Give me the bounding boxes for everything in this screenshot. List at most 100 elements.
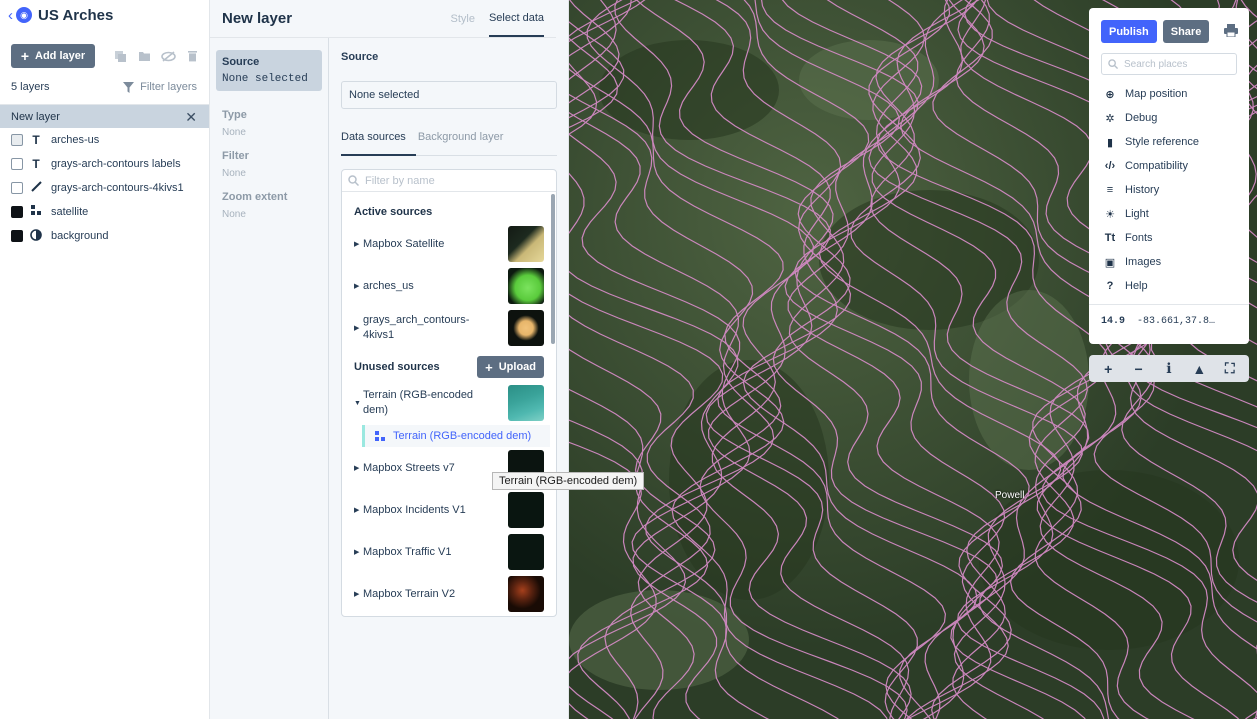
fullscreen-icon[interactable]: ⛶	[1219, 359, 1241, 379]
new-layer-row[interactable]: New layer ✕	[0, 105, 209, 128]
raster-icon	[375, 431, 385, 441]
prop-source[interactable]: Source None selected	[216, 50, 322, 91]
code-icon: ‹/›	[1104, 160, 1116, 172]
filter-icon	[123, 81, 135, 93]
prop-filter[interactable]: Filter None	[216, 144, 322, 185]
source-row[interactable]: ▶ Mapbox Satellite	[342, 223, 556, 265]
menu-label: Fonts	[1125, 232, 1153, 244]
zoom-out-icon[interactable]: −	[1128, 359, 1150, 379]
duplicate-icon[interactable]	[113, 49, 128, 64]
menu-label: Map position	[1125, 88, 1188, 100]
caret-right-icon: ▶	[354, 241, 360, 248]
compass-icon[interactable]: ▲	[1188, 359, 1210, 379]
add-layer-button[interactable]: + Add layer	[11, 44, 95, 68]
caret-right-icon: ▶	[354, 325, 360, 332]
filter-layers-button[interactable]: Filter layers	[123, 81, 197, 93]
chevron-left-icon[interactable]: ‹	[8, 8, 13, 23]
visibility-checkbox[interactable]	[11, 206, 23, 218]
caret-down-icon: ▼	[354, 399, 361, 407]
source-filter-input[interactable]: Filter by name	[342, 170, 556, 192]
layer-item-background[interactable]: background	[0, 224, 209, 248]
source-row[interactable]: ▶ arches_us	[342, 265, 556, 307]
prop-label: Source	[222, 56, 260, 68]
book-icon: ▮	[1106, 136, 1114, 149]
tab-style[interactable]: Style	[450, 0, 474, 37]
filter-layers-label: Filter layers	[140, 81, 197, 93]
menu-label: Debug	[1125, 112, 1158, 124]
center-coordinates: -83.661,37.8…	[1137, 316, 1216, 327]
layer-item-arches-us[interactable]: T arches-us	[0, 128, 209, 152]
layer-item-contours[interactable]: grays-arch-contours-4kivs1	[0, 176, 209, 200]
menu-compatibility[interactable]: ‹/› Compatibility	[1089, 154, 1249, 178]
group-folder-icon[interactable]	[137, 49, 152, 64]
scrollbar[interactable]	[551, 194, 555, 344]
layer-item-contour-labels[interactable]: T grays-arch-contours labels	[0, 152, 209, 176]
close-icon[interactable]: ✕	[185, 110, 197, 124]
menu-label: Help	[1125, 280, 1148, 292]
source-row[interactable]: ▶ Mapbox Terrain V2	[342, 573, 556, 615]
source-row[interactable]: ▶ Mapbox Traffic V1	[342, 531, 556, 573]
visibility-checkbox[interactable]	[11, 158, 23, 170]
image-icon: ▣	[1104, 256, 1116, 269]
source-name: Mapbox Traffic V1	[363, 545, 452, 558]
font-icon: Tt	[1104, 232, 1116, 244]
selected-source-field[interactable]: None selected	[341, 81, 557, 109]
hide-eye-icon[interactable]	[161, 49, 176, 64]
source-name: grays_arch_contours-4kivs1	[363, 314, 470, 341]
unused-sources-heading: Unused sources	[354, 361, 440, 373]
source-detail: Source None selected Data sources Backgr…	[341, 38, 557, 719]
menu-history[interactable]: ≡ History	[1089, 178, 1249, 202]
publish-button[interactable]: Publish	[1101, 20, 1157, 43]
source-thumbnail	[508, 310, 544, 346]
menu-help[interactable]: ? Help	[1089, 274, 1249, 298]
source-thumbnail	[508, 492, 544, 528]
trash-icon[interactable]	[185, 49, 200, 64]
zoom-in-icon[interactable]: +	[1097, 359, 1119, 379]
menu-debug[interactable]: ✲ Debug	[1089, 106, 1249, 130]
prop-zoom-extent[interactable]: Zoom extent None	[216, 185, 322, 226]
style-title[interactable]: US Arches	[38, 7, 113, 24]
source-layer-row[interactable]: Terrain (RGB-encoded dem)	[362, 425, 550, 447]
panel-header: New layer Style Select data	[210, 0, 556, 38]
tab-select-data[interactable]: Select data	[488, 0, 544, 37]
source-thumbnail	[508, 385, 544, 421]
share-button[interactable]: Share	[1162, 20, 1210, 43]
tab-background-layer[interactable]: Background layer	[418, 131, 514, 155]
info-icon[interactable]: ℹ	[1158, 359, 1180, 379]
upload-label: Upload	[498, 361, 536, 373]
source-row[interactable]: ▶ grays_arch_contours-4kivs1	[342, 307, 556, 349]
visibility-checkbox[interactable]	[11, 230, 23, 242]
history-icon: ≡	[1106, 184, 1114, 196]
menu-light[interactable]: ☀ Light	[1089, 202, 1249, 226]
menu-map-position[interactable]: ⊕ Map position	[1089, 82, 1249, 106]
source-name: arches_us	[363, 279, 414, 292]
source-row[interactable]: ▶ Mapbox Incidents V1	[342, 489, 556, 531]
visibility-checkbox[interactable]	[11, 182, 23, 194]
menu-images[interactable]: ▣ Images	[1089, 250, 1249, 274]
layer-name: grays-arch-contours labels	[51, 158, 181, 170]
menu-fonts[interactable]: Tt Fonts	[1089, 226, 1249, 250]
prop-type[interactable]: Type None	[216, 103, 322, 144]
tab-data-sources[interactable]: Data sources	[341, 131, 416, 156]
line-icon	[29, 181, 43, 195]
prop-label: Filter	[222, 150, 249, 162]
prop-value: None	[222, 209, 246, 220]
plus-icon: +	[20, 48, 30, 64]
source-name: Mapbox Incidents V1	[363, 503, 466, 516]
visibility-checkbox[interactable]	[11, 134, 23, 146]
source-row[interactable]: ▼ Terrain (RGB-encoded dem)	[342, 381, 556, 425]
upload-button[interactable]: + Upload	[477, 356, 544, 378]
raster-icon	[29, 205, 43, 219]
crosshair-icon: ⊕	[1105, 88, 1115, 101]
source-thumbnail	[508, 226, 544, 262]
menu-style-reference[interactable]: ▮ Style reference	[1089, 130, 1249, 154]
search-places-input[interactable]: Search places	[1101, 53, 1237, 75]
prop-label: Type	[222, 109, 247, 121]
map-canvas[interactable]: Powell Publish Share Search places ⊕ Map …	[569, 0, 1257, 719]
menu-label: Compatibility	[1125, 160, 1188, 172]
layer-item-satellite[interactable]: satellite	[0, 200, 209, 224]
layer-name: background	[51, 230, 109, 242]
print-icon[interactable]	[1224, 23, 1238, 40]
studio-logo-icon: ◉	[16, 7, 32, 23]
property-list: Source None selected Type None Filter No…	[210, 38, 329, 719]
